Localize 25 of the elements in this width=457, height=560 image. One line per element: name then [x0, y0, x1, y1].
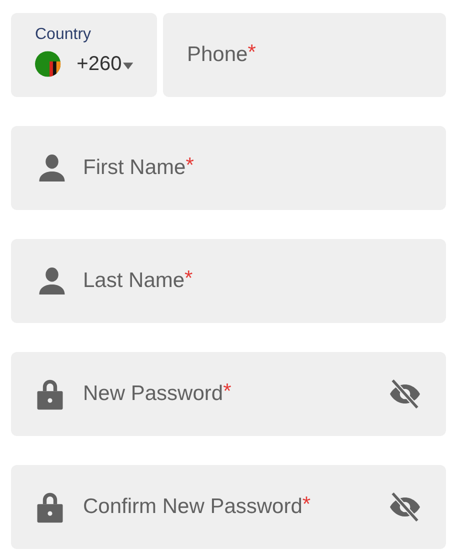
eye-slash-icon [388, 379, 422, 409]
field-label: New Password [83, 381, 224, 407]
dial-code: +260 [76, 52, 122, 77]
eye-slash-icon [388, 492, 422, 522]
required-mark: * [184, 267, 193, 291]
country-label: Country [35, 25, 92, 45]
required-mark: * [186, 154, 194, 178]
phone-field[interactable]: Phone* [163, 13, 446, 97]
hide-password-button[interactable] [388, 379, 422, 409]
field-label: Confirm New Password [83, 494, 302, 520]
input-field[interactable]: New Password* [11, 352, 446, 436]
country-select[interactable]: Country +260 [11, 13, 157, 97]
required-mark: * [248, 41, 256, 65]
lock-icon [35, 377, 65, 411]
input-field[interactable]: Last Name* [11, 239, 446, 323]
input-field[interactable]: First Name* [11, 126, 446, 210]
field-label: First Name [83, 155, 186, 181]
field-label: Phone [187, 42, 248, 68]
hide-password-button[interactable] [388, 492, 422, 522]
input-field[interactable]: Confirm New Password* [11, 465, 446, 549]
required-mark: * [302, 493, 311, 517]
lock-icon [35, 490, 65, 524]
required-mark: * [223, 380, 232, 404]
dropdown-caret-icon [122, 62, 133, 70]
field-label: Last Name [83, 268, 185, 294]
